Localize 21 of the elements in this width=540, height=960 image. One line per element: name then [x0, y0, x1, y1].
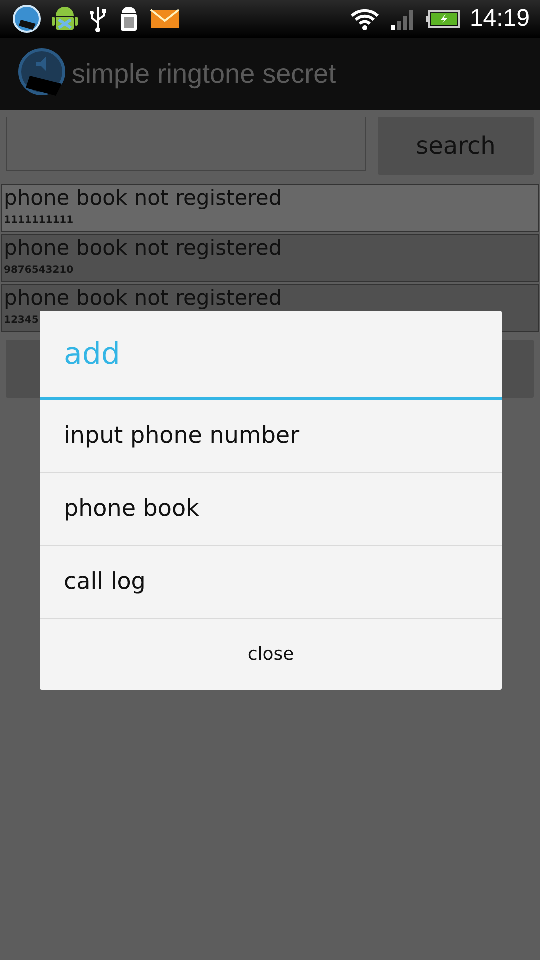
- status-time: 14:19: [470, 5, 530, 33]
- phone-number: 1111111111: [4, 214, 75, 227]
- signal-icon: [390, 8, 416, 30]
- close-button[interactable]: close: [40, 619, 502, 690]
- usb-icon: [88, 5, 108, 33]
- phone-icon: [118, 5, 140, 33]
- dialog-title: add: [40, 311, 502, 400]
- phone-number: 12345: [4, 314, 40, 327]
- contact-name: phone book not registered: [4, 187, 284, 210]
- phone-number: 9876543210: [4, 264, 75, 277]
- battery-icon: [426, 9, 460, 29]
- wifi-icon: [350, 7, 380, 31]
- app-title: simple ringtone secret: [72, 58, 336, 90]
- search-field[interactable]: [6, 117, 366, 171]
- menu-item[interactable]: input phone number: [40, 400, 502, 473]
- contact-name: phone book not registered: [4, 237, 284, 260]
- contact-name: phone book not registered: [4, 287, 284, 310]
- mail-icon: [150, 8, 180, 30]
- menu-item[interactable]: phone book: [40, 473, 502, 546]
- app-icon: [12, 4, 42, 34]
- menu-item[interactable]: call log: [40, 546, 502, 619]
